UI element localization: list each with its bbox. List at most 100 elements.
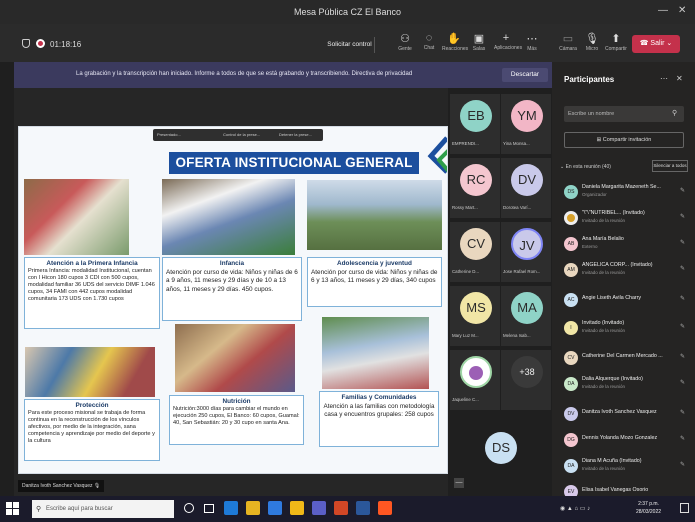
avatar: RC: [460, 164, 492, 196]
plus-icon: +: [502, 32, 510, 44]
teams-icon[interactable]: [312, 501, 326, 515]
avatar: DV: [564, 407, 578, 421]
banner-text: La grabación y la transcripción han inic…: [76, 71, 413, 77]
avatar: I: [564, 321, 578, 335]
mic-button[interactable]: 🎙 Micro: [580, 32, 604, 52]
minimize-button[interactable]: —: [658, 5, 668, 16]
mic-off-icon: ✎: [680, 380, 686, 386]
participant-tile[interactable]: MA Melena Isab...: [501, 286, 551, 346]
mic-off-icon: ✎: [680, 354, 686, 360]
recording-banner: La grabación y la transcripción han inic…: [14, 62, 552, 88]
participant-tile[interactable]: RC Rossy Mart...: [450, 158, 500, 218]
participant-row[interactable]: DV Danitza Ivoth Sanchez Vasquez ✎: [560, 404, 692, 428]
box-nutrition: Nutrición Nutrición:3000 días para cambi…: [169, 395, 304, 445]
avatar: MS: [460, 292, 492, 324]
share-button[interactable]: ⬆ Compartir: [604, 32, 628, 52]
avatar: JV: [511, 228, 543, 260]
close-window-button[interactable]: ✕: [678, 5, 686, 16]
avatar: AM: [564, 263, 578, 277]
window-title: Mesa Pública CZ El Banco: [293, 7, 402, 17]
firefox-icon[interactable]: [378, 501, 392, 515]
request-control-button[interactable]: Solicitar control: [325, 37, 375, 53]
mic-off-icon: ✎: [680, 266, 686, 272]
taskbar-search-input[interactable]: Escribe aquí para buscar: [32, 500, 174, 518]
box-infancy: Infancia Atención por curso de vida: Niñ…: [162, 257, 302, 321]
panel-title: Participantes: [564, 75, 615, 84]
avatar-image-icon: [469, 366, 483, 380]
more-button[interactable]: ⋯ Más: [520, 32, 544, 52]
section-header[interactable]: ⌄ En esta reunión (40): [560, 164, 611, 170]
mic-off-icon: ✎: [680, 188, 686, 194]
participant-row[interactable]: DA Dalia Alquerque (Invitado) Invitado de …: [560, 374, 692, 398]
box-adolescence: Adolescencia y juventud Atención por cur…: [307, 257, 442, 307]
close-panel-icon[interactable]: ✕: [676, 74, 683, 83]
participant-row[interactable]: AB Ana María Belalio Externo ✎: [560, 234, 692, 258]
avatar: CV: [564, 351, 578, 365]
leave-button[interactable]: ☎ Salir ⌄: [632, 35, 680, 53]
camera-off-icon: ▭: [562, 33, 574, 45]
chat-icon: ◌: [425, 32, 433, 44]
avatar: DA: [564, 377, 578, 391]
people-icon: ⚇: [400, 33, 410, 45]
participant-row[interactable]: DA Diana M Acuña (Invitado) Invitado de la…: [560, 456, 692, 480]
rooms-icon: ▣: [473, 33, 485, 45]
powerpoint-icon[interactable]: [334, 501, 348, 515]
participant-row[interactable]: DG Dennis Yolanda Mozo Gonzalez ✎: [560, 430, 692, 454]
presenter-control-bar: Presentado... Control de la prese... Det…: [153, 129, 323, 141]
mail-icon[interactable]: [268, 501, 282, 515]
avatar: DS: [485, 432, 517, 464]
participant-tiles: EB EMPRENDI... YM Yina Monsa... RC Rossy Ma…: [448, 88, 552, 496]
avatar: DG: [564, 433, 578, 447]
expand-icon[interactable]: —: [454, 478, 464, 488]
participant-row[interactable]: DS Daniela Margarita Mazeneth Se... Organi…: [560, 182, 692, 206]
participant-row[interactable]: CV Catherine Del Carmen Mercado ... ✎: [560, 348, 692, 372]
rooms-button[interactable]: ▣ Salas: [467, 32, 491, 52]
notifications-icon[interactable]: [680, 503, 689, 513]
participant-row[interactable]: "\"\"NUTRIBEL... (Invitado) Invitado de l…: [560, 208, 692, 232]
word-icon[interactable]: [356, 501, 370, 515]
participant-row[interactable]: EV Elisa Isabel Vanegas Osorio: [560, 482, 692, 496]
windows-start-icon[interactable]: [6, 502, 20, 516]
edge-icon[interactable]: [224, 501, 238, 515]
avatar: EB: [460, 100, 492, 132]
file-explorer-icon[interactable]: [246, 501, 260, 515]
taskbar-clock[interactable]: 2:37 p.m. 28/03/2022: [636, 500, 661, 516]
participant-tile[interactable]: DV Dorotea Varí...: [501, 158, 551, 218]
share-icon: ⬆: [611, 33, 621, 45]
take-control-button[interactable]: Control de la prese...: [223, 132, 260, 137]
avatar: YM: [511, 100, 543, 132]
dismiss-button[interactable]: Descartar: [502, 68, 548, 82]
participant-tile[interactable]: MS Mary Luz M...: [450, 286, 500, 346]
avatar-image-icon: [567, 214, 575, 222]
apps-button[interactable]: + Aplicaciones: [494, 32, 522, 51]
chat-button[interactable]: ◌ Chat: [417, 32, 441, 51]
phone-icon: ☎: [639, 40, 651, 47]
task-view-icon[interactable]: [204, 504, 214, 513]
box-early-childhood: Atención a la Primera Infancia Primera I…: [24, 257, 160, 329]
participant-search-input[interactable]: Escribe un nombre: [564, 106, 684, 122]
share-invite-button[interactable]: ⊞ Compartir invitación: [564, 132, 684, 148]
photo-early-childhood: [24, 179, 129, 255]
stop-presenting-button[interactable]: Detener la prese...: [279, 132, 312, 137]
cortana-icon[interactable]: [184, 503, 194, 513]
participant-tile[interactable]: CV Catherine D...: [450, 222, 500, 282]
more-participants-tile[interactable]: +38: [501, 350, 551, 410]
participant-row[interactable]: AC Angie Liseth Avila Charry ✎: [560, 290, 692, 314]
participant-row[interactable]: AM ANGELICA CORP... (Invitado) Invitado de…: [560, 260, 692, 284]
mute-all-button[interactable]: Silenciar a todos: [652, 160, 688, 172]
participant-tile[interactable]: Jaqueline C...: [450, 350, 500, 410]
people-button[interactable]: ⚇ Gente: [393, 32, 417, 52]
participant-tile[interactable]: YM Yina Monsa...: [501, 94, 551, 154]
more-options-icon[interactable]: ⋯: [660, 74, 668, 83]
camera-button[interactable]: ▭ Cámara: [556, 32, 580, 52]
reactions-button[interactable]: ✋ Reacciones: [442, 32, 468, 52]
participant-tile[interactable]: JV Jose Rafael Rom...: [501, 222, 551, 282]
participant-tile[interactable]: EB EMPRENDI...: [450, 94, 500, 154]
participant-row[interactable]: I Invitado (Invitado) Invitado de la reuni…: [560, 318, 692, 342]
avatar: DV: [511, 164, 543, 196]
shield-icon: [22, 39, 30, 48]
more-icon: ⋯: [526, 33, 538, 45]
mic-off-icon: ✎: [680, 296, 686, 302]
system-tray-icons[interactable]: ◉ ▲ ⌂ ▭ ♪: [560, 505, 590, 512]
chrome-icon[interactable]: [290, 501, 304, 515]
